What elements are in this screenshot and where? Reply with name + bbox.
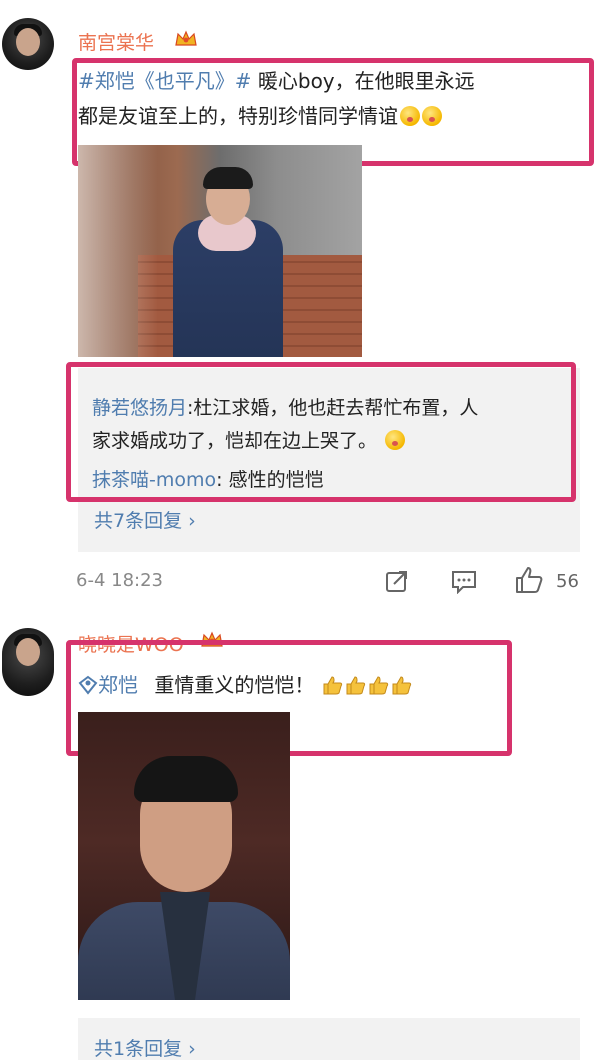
more-replies-link[interactable]: 共1条回复 ›	[94, 1034, 196, 1060]
more-replies-link[interactable]: 共7条回复 ›	[94, 506, 196, 533]
comment-icon[interactable]	[450, 568, 478, 594]
timestamp: 6-4 18:23	[76, 570, 163, 591]
username[interactable]: 南宫棠华	[78, 28, 154, 55]
avatar[interactable]	[2, 628, 54, 696]
image-blur	[78, 145, 158, 357]
person-hair	[134, 756, 238, 802]
post-image[interactable]	[78, 145, 362, 357]
person-hair	[203, 167, 253, 189]
like-count: 56	[556, 571, 579, 592]
repost-icon[interactable]	[384, 568, 410, 594]
highlight-frame	[66, 362, 576, 502]
avatar-face	[16, 28, 40, 56]
avatar[interactable]	[2, 18, 54, 70]
avatar-face	[16, 638, 40, 666]
crown-icon	[175, 30, 197, 46]
post-image[interactable]	[78, 712, 290, 1000]
like-icon[interactable]	[514, 565, 544, 595]
